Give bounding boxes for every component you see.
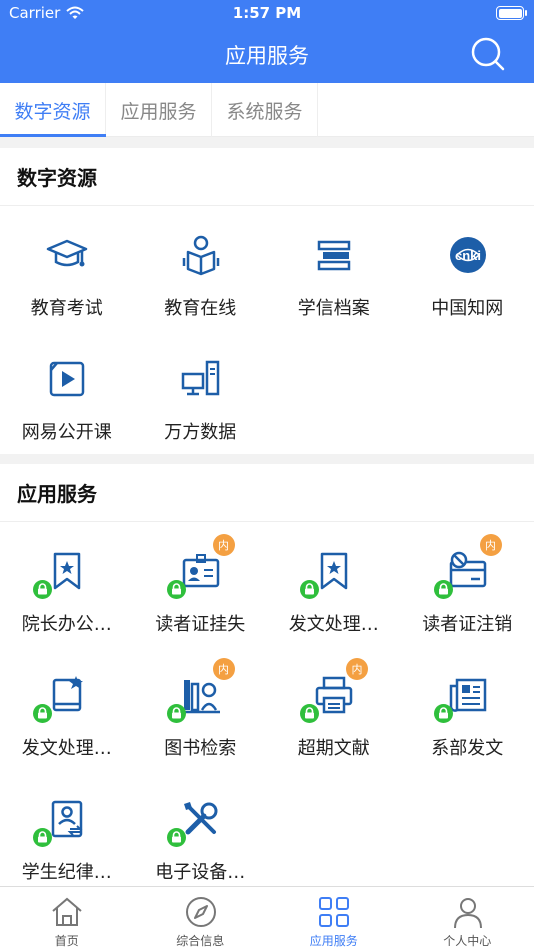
tab-digital-resources[interactable]: 数字资源 [0, 83, 106, 137]
grid-item-student-discipline[interactable]: 学生纪律… [0, 770, 134, 894]
tabbar-label: 应用服务 [309, 934, 358, 948]
lock-badge-icon [33, 828, 52, 847]
category-tabs: 数字资源 应用服务 系统服务 [0, 83, 534, 137]
id-card-icon [182, 554, 219, 588]
grid-item-cnki[interactable]: cnki 中国知网 [401, 206, 534, 330]
printer-icon [315, 676, 353, 714]
library-search-icon [181, 680, 220, 714]
lock-badge-icon [166, 704, 186, 723]
app-header: Carrier 1:57 PM 应用服务 [0, 0, 534, 83]
home-icon [52, 897, 82, 926]
tabbar-app-services[interactable]: 应用服务 [267, 887, 401, 950]
grid-item-dean-office[interactable]: 院长办公… [0, 522, 134, 646]
tabbar-label: 首页 [54, 934, 79, 948]
lock-badge-icon [300, 704, 319, 723]
grid-item-label: 万方数据 [164, 422, 237, 443]
tab-app-services[interactable]: 应用服务 [106, 83, 212, 137]
tabbar-profile[interactable]: 个人中心 [401, 887, 534, 950]
tab-system-services[interactable]: 系统服务 [212, 83, 318, 137]
bottom-tab-bar: 首页 综合信息 应用服务 个人中心 [0, 886, 534, 950]
lock-badge-icon [166, 580, 186, 599]
section-title: 数字资源 [0, 148, 534, 206]
lock-badge-icon [433, 704, 453, 723]
grid-item-label: 图书检索 [164, 738, 237, 759]
bookmark-star-icon [53, 552, 81, 590]
grid-item-book-search[interactable]: 内 图书检索 [134, 646, 268, 770]
grid-item-label: 超期文献 [297, 738, 370, 759]
grid-item-electronic-devices[interactable]: 电子设备… [134, 770, 268, 894]
person-icon [453, 898, 482, 929]
internal-badge: 内 [346, 658, 368, 680]
lock-badge-icon [300, 580, 319, 599]
internal-badge: 内 [479, 534, 502, 556]
card-cancel-icon [449, 551, 486, 588]
grid-item-label: 系部发文 [431, 738, 504, 759]
apps-grid: 院长办公… 内 读者证挂失 发文处理… 内 读者证注销 发文处理… 内 图书检索… [0, 522, 534, 894]
grid-item-label: 电子设备… [155, 862, 246, 883]
lock-badge-icon [166, 828, 186, 847]
grid-item-label: 学生纪律… [21, 862, 112, 883]
grid-item-card-loss[interactable]: 内 读者证挂失 [134, 522, 268, 646]
grid-item-label: 读者证注销 [422, 614, 513, 635]
grid-item-doc-processing-2[interactable]: 发文处理… [0, 646, 134, 770]
tabbar-label: 个人中心 [443, 934, 492, 948]
grid-item-doc-processing[interactable]: 发文处理… [267, 522, 401, 646]
grid-item-label: 读者证挂失 [155, 614, 246, 635]
svg-text:cnki: cnki [454, 248, 480, 263]
grid-item-overdue[interactable]: 内 超期文献 [267, 646, 401, 770]
tabbar-info[interactable]: 综合信息 [134, 887, 268, 950]
tabbar-label: 综合信息 [176, 934, 225, 948]
internal-badge: 内 [212, 534, 235, 556]
digital-grid: 教育考试 教育在线 学信档案 cnki 中国知网 网易公开课 万方数据 [0, 206, 534, 454]
grid-item-label: 中国知网 [431, 298, 504, 319]
cnki-logo-icon: cnki [449, 237, 486, 273]
grid-item-exam[interactable]: 教育考试 [0, 206, 134, 330]
grid-item-dept-docs[interactable]: 系部发文 [401, 646, 534, 770]
computer-icon [181, 360, 219, 396]
battery-icon [496, 6, 527, 20]
bookmark-star-icon [320, 552, 348, 590]
page-title: 应用服务 [225, 44, 309, 68]
grid-item-label: 学信档案 [297, 298, 370, 319]
internal-badge: 内 [212, 658, 235, 680]
section-title: 应用服务 [0, 464, 534, 522]
grid-item-card-cancel[interactable]: 内 读者证注销 [401, 522, 534, 646]
search-icon[interactable] [470, 36, 506, 72]
student-card-icon [51, 800, 83, 838]
status-time: 1:57 PM [232, 4, 302, 22]
book-mark-icon [52, 676, 83, 712]
lock-badge-icon [33, 580, 52, 599]
compass-icon [185, 897, 216, 927]
grid-item-label: 教育在线 [164, 298, 237, 319]
status-bar: Carrier 1:57 PM [0, 0, 534, 28]
grid-item-online[interactable]: 教育在线 [134, 206, 268, 330]
grid-item-label: 院长办公… [21, 614, 112, 635]
grid-item-label: 发文处理… [21, 738, 112, 759]
newspaper-icon [449, 678, 486, 712]
grid-icon [319, 897, 349, 927]
grid-item-label: 发文处理… [288, 614, 379, 635]
grid-item-netease[interactable]: 网易公开课 [0, 330, 134, 454]
app-services-section: 应用服务 院长办公… 内 读者证挂失 发文处理… 内 读者证注销 发文处理… 内… [0, 464, 534, 886]
grid-item-archive[interactable]: 学信档案 [267, 206, 401, 330]
lock-badge-icon [433, 580, 453, 599]
graduation-cap-icon [46, 239, 88, 267]
grid-item-label: 网易公开课 [21, 422, 112, 443]
book-stack-icon [317, 240, 351, 271]
grid-item-label: 教育考试 [30, 298, 103, 319]
digital-resources-section: 数字资源 教育考试 教育在线 学信档案 cnki 中国知网 网易公开课 万方数据 [0, 148, 534, 454]
lock-badge-icon [33, 704, 52, 723]
reader-icon [182, 235, 219, 276]
video-play-icon [49, 361, 85, 397]
tabbar-home[interactable]: 首页 [0, 887, 134, 950]
tools-icon [183, 802, 217, 835]
grid-item-wanfang[interactable]: 万方数据 [134, 330, 268, 454]
